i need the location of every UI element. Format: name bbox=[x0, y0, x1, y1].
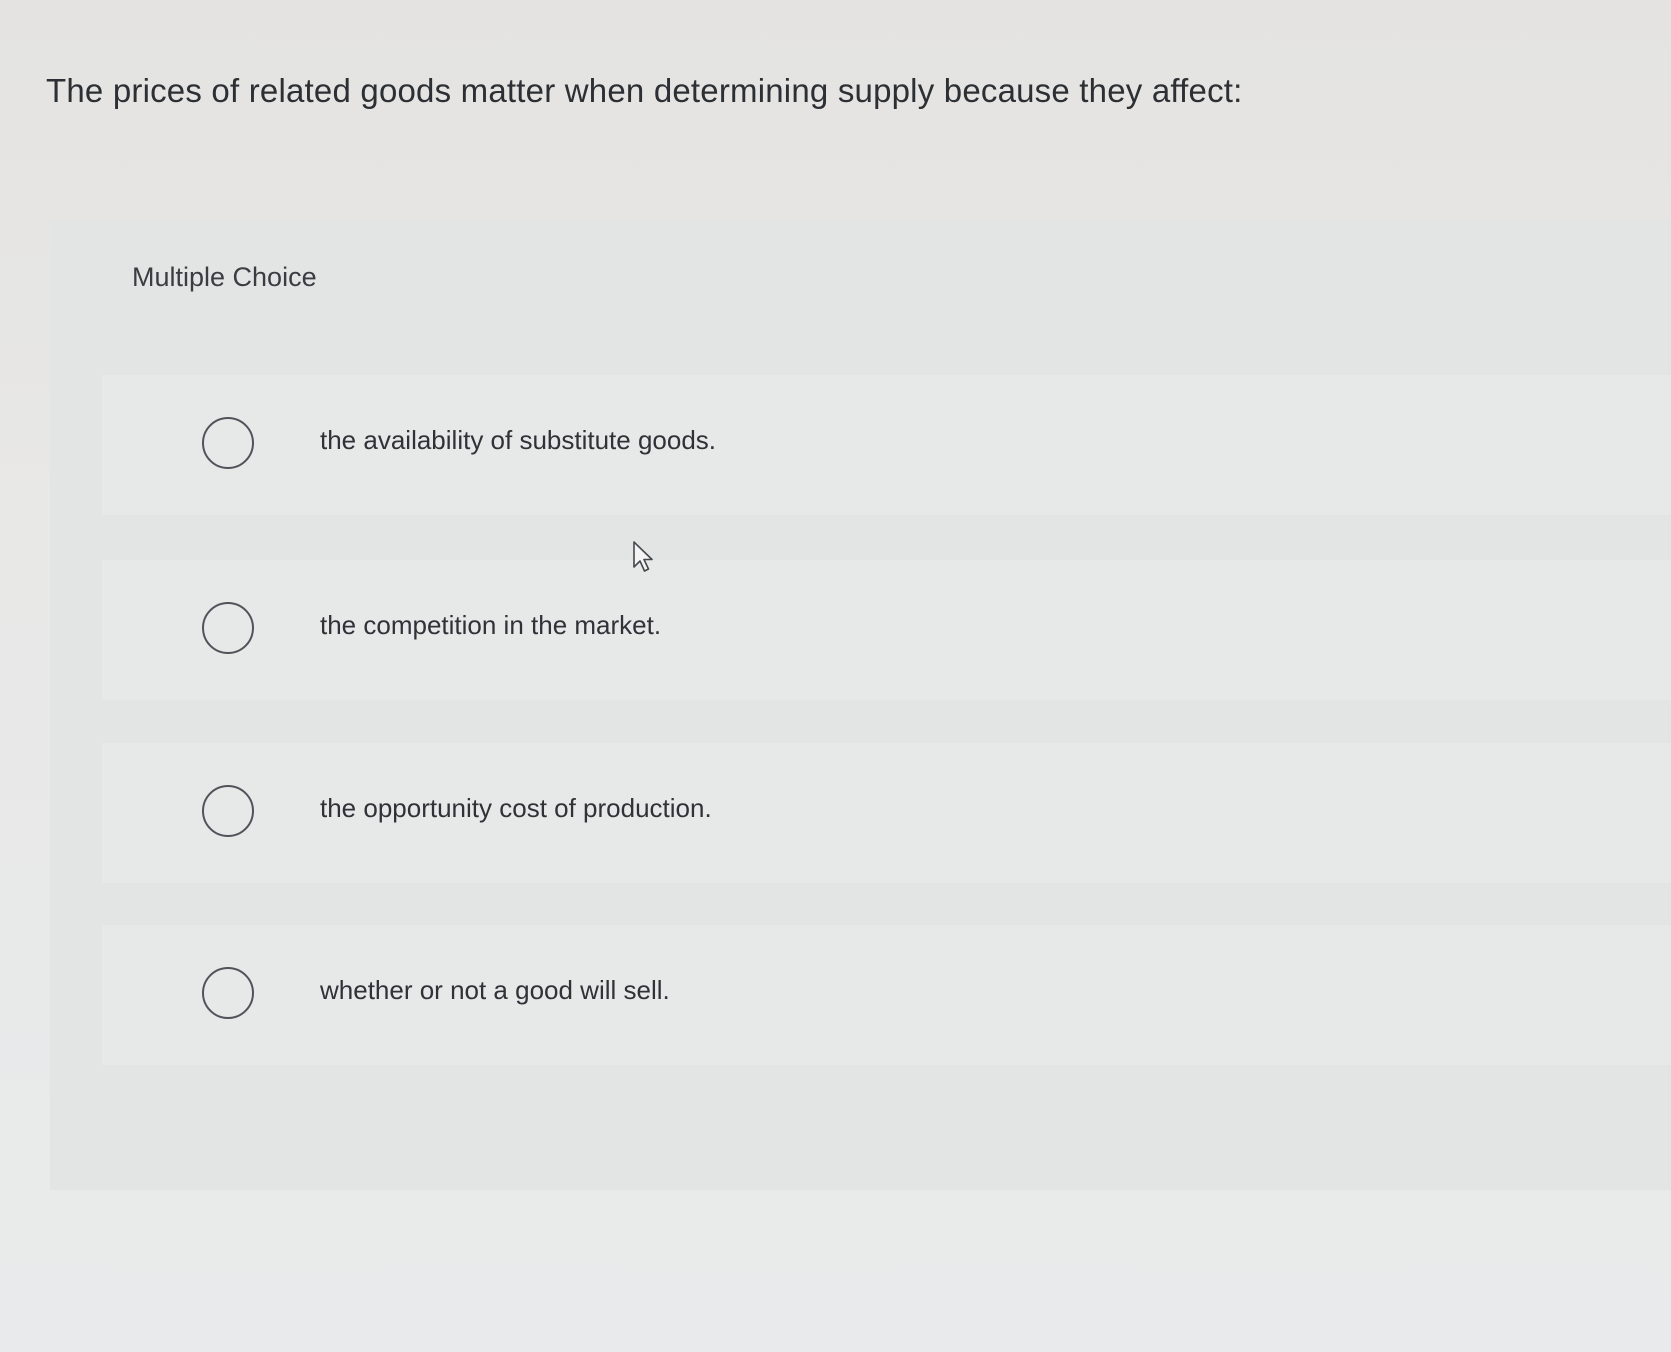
answer-option-2[interactable]: the competition in the market. bbox=[102, 560, 1671, 700]
radio-button-icon[interactable] bbox=[202, 602, 254, 654]
answer-option-label: whether or not a good will sell. bbox=[320, 975, 670, 1005]
radio-button-icon[interactable] bbox=[202, 967, 254, 1019]
radio-button-icon[interactable] bbox=[202, 785, 254, 837]
answer-option-label: the opportunity cost of production. bbox=[320, 793, 712, 823]
radio-button-icon[interactable] bbox=[202, 417, 254, 469]
multiple-choice-label: Multiple Choice bbox=[132, 262, 317, 292]
mouse-pointer-icon bbox=[633, 541, 653, 572]
answer-option-label: the availability of substitute goods. bbox=[320, 425, 717, 455]
answer-option-label: the competition in the market. bbox=[320, 610, 662, 640]
answer-option-3[interactable]: the opportunity cost of production. bbox=[102, 743, 1671, 883]
question-prompt: The prices of related goods matter when … bbox=[46, 72, 1243, 109]
quiz-page: The prices of related goods matter when … bbox=[0, 0, 1671, 1352]
multiple-choice-panel: Multiple Choice the availability of subs… bbox=[50, 220, 1671, 1190]
answer-option-1[interactable]: the availability of substitute goods. bbox=[102, 375, 1671, 515]
answer-option-4[interactable]: whether or not a good will sell. bbox=[102, 925, 1671, 1065]
